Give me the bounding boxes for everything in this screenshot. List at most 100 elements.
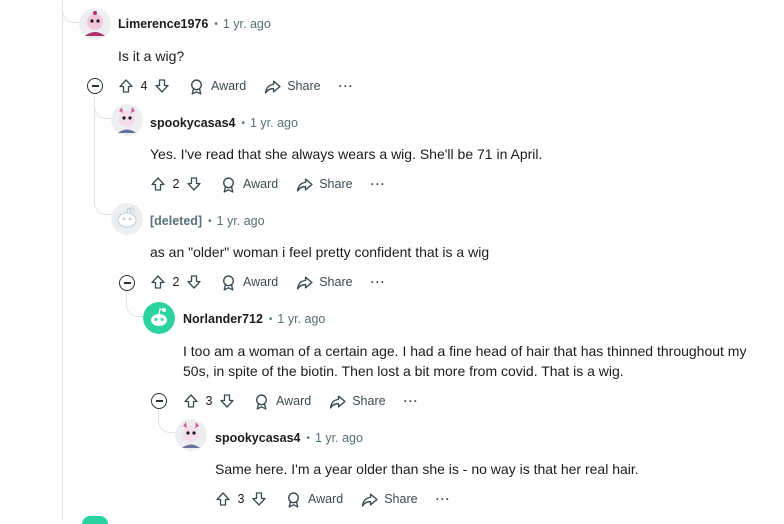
snoo-avatar-pink-icon (175, 419, 207, 451)
comment-body: Same here. I'm a year older than she is … (215, 461, 639, 477)
share-icon (297, 177, 313, 192)
author-name[interactable]: spookycasas4 (150, 116, 235, 130)
collapse-button[interactable] (87, 78, 103, 94)
downvote-icon[interactable] (251, 491, 267, 507)
award-icon (223, 274, 234, 291)
award-button[interactable]: Award (220, 274, 278, 291)
downvote-icon[interactable] (219, 393, 235, 409)
share-label: Share (352, 394, 386, 408)
comment-actions: 2 Award Share ··· (150, 172, 386, 196)
share-icon (265, 79, 281, 94)
upvote-icon[interactable] (215, 491, 231, 507)
next-comment-avatar[interactable] (82, 516, 108, 524)
comment-body: I too am a woman of a certain age. I had… (183, 341, 746, 381)
comment-actions: 3 Award Share ··· (215, 487, 451, 511)
collapse-button[interactable] (151, 393, 167, 409)
timestamp[interactable]: 1 yr. ago (250, 116, 298, 130)
award-label: Award (243, 177, 279, 191)
more-options-button[interactable]: ··· (339, 79, 354, 93)
snoo-avatar-grey-icon (111, 203, 143, 235)
downvote-icon[interactable] (186, 176, 202, 192)
more-options-button[interactable]: ··· (371, 177, 386, 191)
timestamp[interactable]: 1 yr. ago (315, 431, 363, 445)
share-button[interactable]: Share (361, 491, 418, 508)
award-button[interactable]: Award (285, 491, 343, 508)
award-label: Award (211, 79, 247, 93)
snoo-avatar-pink-icon (79, 8, 111, 40)
more-options-button[interactable]: ··· (371, 275, 386, 289)
downvote-icon[interactable] (186, 274, 202, 290)
avatar[interactable] (175, 419, 207, 451)
avatar[interactable] (79, 8, 111, 40)
collapse-button[interactable] (119, 275, 135, 291)
comment-actions: 3 Award Share ··· (183, 389, 419, 413)
vote-count: 2 (172, 275, 180, 289)
author-name[interactable]: Norlander712 (183, 312, 263, 326)
author-name[interactable]: spookycasas4 (215, 431, 300, 445)
share-button[interactable]: Share (296, 176, 353, 193)
upvote-icon[interactable] (183, 393, 199, 409)
separator-dot: • (306, 432, 310, 444)
author-name[interactable]: Limerence1976 (118, 17, 208, 31)
vote-group: 4 (118, 78, 170, 94)
upvote-icon[interactable] (150, 274, 166, 290)
timestamp[interactable]: 1 yr. ago (217, 214, 265, 228)
author-name: [deleted] (150, 214, 203, 228)
avatar[interactable] (143, 302, 175, 334)
comment-meta: Limerence1976 • 1 yr. ago (118, 14, 271, 34)
comment-body: Is it a wig? (118, 48, 185, 64)
share-icon (330, 394, 346, 409)
upvote-icon[interactable] (118, 78, 134, 94)
comment-meta: Norlander712 • 1 yr. ago (183, 309, 325, 329)
comment-meta: [deleted] • 1 yr. ago (150, 211, 265, 231)
snoo-avatar-green-icon (143, 302, 175, 334)
award-button[interactable]: Award (188, 78, 246, 95)
separator-dot: • (268, 313, 273, 325)
more-options-button[interactable]: ··· (436, 492, 451, 506)
vote-count: 2 (172, 177, 180, 191)
vote-count: 3 (237, 492, 245, 506)
thread-connector (158, 410, 175, 433)
avatar[interactable] (111, 203, 143, 235)
award-label: Award (276, 394, 312, 408)
vote-group: 2 (150, 274, 202, 290)
award-button[interactable]: Award (220, 176, 278, 193)
avatar[interactable] (111, 104, 143, 136)
thread-connector (62, 0, 79, 23)
comment-actions: 2 Award Share ··· (150, 270, 386, 294)
share-icon (297, 275, 313, 290)
comment-body: as an "older" woman i feel pretty confid… (150, 244, 490, 260)
comment-actions: 4 Award Share ··· (118, 74, 354, 98)
thread-connector (94, 96, 111, 119)
share-button[interactable]: Share (264, 78, 321, 95)
comment-thread: Limerence1976 • 1 yr. ago Is it a wig? 4… (0, 0, 784, 524)
separator-dot: • (241, 117, 245, 129)
thread-line[interactable] (62, 0, 63, 520)
snoo-avatar-pink-icon (111, 104, 143, 136)
upvote-icon[interactable] (150, 176, 166, 192)
share-icon (362, 492, 378, 507)
timestamp[interactable]: 1 yr. ago (277, 312, 325, 326)
award-label: Award (243, 275, 279, 289)
thread-connector (126, 292, 143, 317)
downvote-icon[interactable] (154, 78, 170, 94)
vote-group: 3 (183, 393, 235, 409)
comment-body: Yes. I've read that she always wears a w… (150, 146, 543, 162)
award-icon (191, 78, 202, 95)
thread-connector (94, 198, 111, 215)
share-button[interactable]: Share (329, 393, 386, 410)
vote-group: 2 (150, 176, 202, 192)
comment-body-line: 50s, in spite of the biotin. Then lost a… (183, 363, 624, 379)
comment-meta: spookycasas4 • 1 yr. ago (215, 428, 363, 448)
separator-dot: • (208, 215, 212, 227)
award-label: Award (308, 492, 344, 506)
more-options-button[interactable]: ··· (404, 394, 419, 408)
award-button[interactable]: Award (253, 393, 311, 410)
award-icon (256, 393, 267, 410)
separator-dot: • (214, 18, 218, 30)
share-button[interactable]: Share (296, 274, 353, 291)
award-icon (288, 491, 299, 508)
award-icon (223, 176, 234, 193)
comment-body-line: I too am a woman of a certain age. I had… (183, 343, 747, 359)
timestamp[interactable]: 1 yr. ago (223, 17, 271, 31)
